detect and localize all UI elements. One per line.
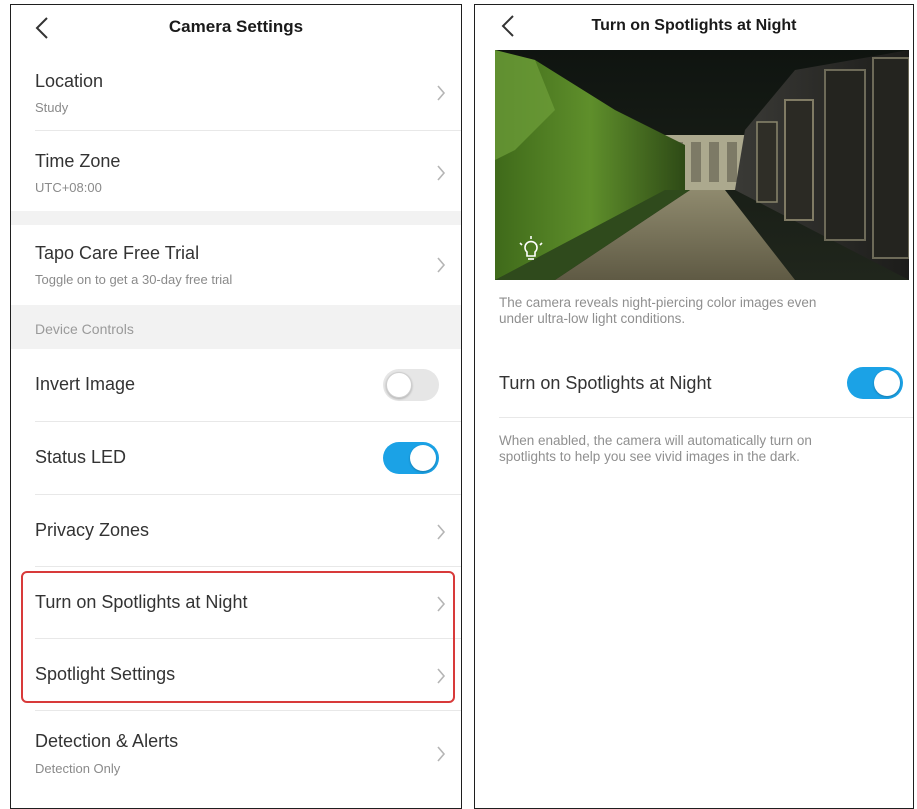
- chevron-right-icon: [437, 257, 446, 273]
- spotlight-help-text: When enabled, the camera will automatica…: [499, 433, 889, 465]
- settings-item-privacy-zones[interactable]: Privacy Zones: [11, 495, 461, 567]
- camera-settings-panel: Camera Settings Location Study Time Zone…: [10, 4, 462, 809]
- highlight-box: [21, 571, 455, 703]
- desc-line: under ultra-low light conditions.: [499, 311, 686, 326]
- toggle-knob: [410, 445, 436, 471]
- location-label: Location: [35, 71, 104, 91]
- status-led-label: Status LED: [35, 447, 127, 467]
- detection-alerts-label: Detection & Alerts: [35, 731, 179, 751]
- detection-alerts-sub: Detection Only: [35, 761, 121, 776]
- settings-item-detection-alerts[interactable]: Detection & Alerts Detection Only: [11, 711, 461, 797]
- spotlights-at-night-toggle[interactable]: [847, 367, 903, 399]
- settings-item-status-led: Status LED: [11, 422, 461, 495]
- chevron-right-icon: [437, 165, 446, 181]
- divider: [499, 417, 913, 418]
- chevron-right-icon: [437, 85, 446, 101]
- invert-image-toggle[interactable]: [383, 369, 439, 401]
- section-header-device-controls: Device Controls: [11, 305, 461, 349]
- page-title: Turn on Spotlights at Night: [591, 17, 797, 34]
- desc-line: When enabled, the camera will automatica…: [499, 433, 812, 448]
- time-zone-value: UTC+08:00: [35, 180, 102, 195]
- night-spotlight-image: [495, 50, 909, 280]
- desc-line: spotlights to help you see vivid images …: [499, 449, 800, 464]
- time-zone-label: Time Zone: [35, 151, 121, 171]
- settings-item-location[interactable]: Location Study: [11, 51, 461, 131]
- privacy-zones-label: Privacy Zones: [35, 520, 150, 540]
- spotlights-toggle-label: Turn on Spotlights at Night: [499, 373, 712, 393]
- spotlight-description: The camera reveals night-piercing color …: [499, 295, 889, 327]
- tapo-care-label: Tapo Care Free Trial: [35, 243, 200, 263]
- status-led-toggle[interactable]: [383, 442, 439, 474]
- desc-line: The camera reveals night-piercing color …: [499, 295, 817, 310]
- chevron-right-icon: [437, 524, 446, 540]
- settings-item-tapo-care[interactable]: Tapo Care Free Trial Toggle on to get a …: [11, 225, 461, 305]
- header: Camera Settings: [11, 5, 461, 51]
- settings-item-invert-image: Invert Image: [11, 349, 461, 422]
- chevron-right-icon: [437, 746, 446, 762]
- night-walkway-illustration: [495, 50, 909, 280]
- header: Turn on Spotlights at Night: [475, 5, 913, 51]
- page-title: Camera Settings: [168, 17, 304, 36]
- settings-item-time-zone[interactable]: Time Zone UTC+08:00: [11, 131, 461, 211]
- tapo-care-sub: Toggle on to get a 30-day free trial: [35, 272, 233, 287]
- section-gap: [11, 211, 461, 225]
- toggle-knob: [874, 370, 900, 396]
- toggle-knob: [386, 372, 412, 398]
- spotlight-detail-panel: Turn on Spotlights at Night The camera r…: [474, 4, 914, 809]
- location-value: Study: [35, 100, 69, 115]
- invert-image-label: Invert Image: [35, 374, 136, 394]
- section-header-label: Device Controls: [35, 321, 134, 337]
